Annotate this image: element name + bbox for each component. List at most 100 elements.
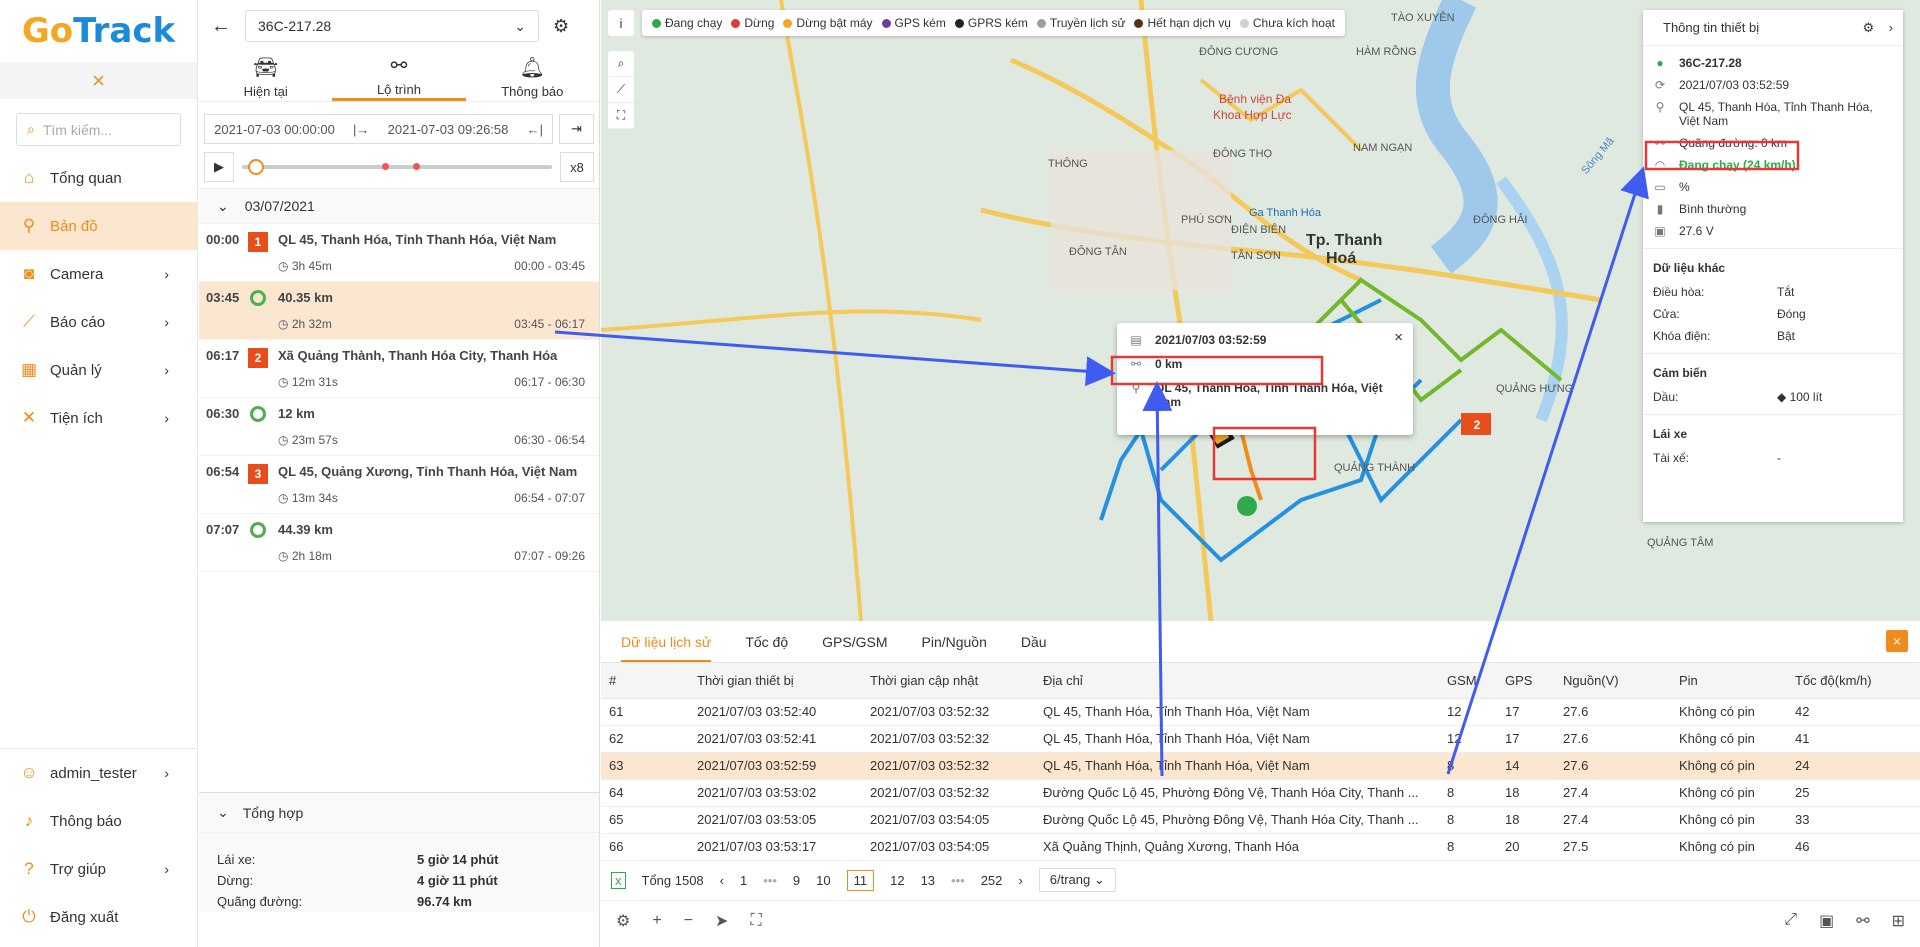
table-row[interactable]: 66 2021/07/03 03:53:17 2021/07/03 03:54:05… <box>601 833 1920 861</box>
legend-item[interactable]: Đang chạy <box>652 16 722 30</box>
tab-speed[interactable]: Tốc độ <box>745 634 788 650</box>
excel-export-icon[interactable]: x <box>611 871 626 889</box>
zoom-out-icon[interactable]: − <box>684 912 693 930</box>
trip-item[interactable]: 00:00 1 QL 45, Thanh Hóa, Tỉnh Thanh Hóa,… <box>199 224 599 282</box>
page-button[interactable]: 12 <box>890 873 904 888</box>
map-info-button[interactable]: i <box>608 10 634 36</box>
fullscreen-icon[interactable]: ⛶ <box>750 912 761 930</box>
summary-value: 5 giờ 14 phút <box>417 852 499 867</box>
nav-item-overview[interactable]: ⌂ Tổng quan <box>0 154 197 202</box>
tab-power[interactable]: Pin/Nguồn <box>922 634 987 650</box>
moving-marker-icon <box>250 290 266 306</box>
nav-item-help[interactable]: ? Trợ giúp › <box>0 845 197 893</box>
table-cell: QL 45, Thanh Hóa, Tỉnh Thanh Hóa, Việt N… <box>1035 698 1439 726</box>
tab-route[interactable]: ⚯ Lộ trình <box>332 52 466 101</box>
gear-icon[interactable]: ⚙ <box>1863 20 1875 35</box>
play-button[interactable]: ▶ <box>204 152 234 182</box>
nav-label: admin_tester <box>50 764 137 782</box>
speed-button[interactable]: x8 <box>560 152 594 182</box>
map-fullscreen-button[interactable]: ⛶ <box>608 103 634 129</box>
page-button[interactable]: 10 <box>816 873 830 888</box>
trip-body: 44.39 km ◷ 2h 18m 07:07 - 09:26 <box>278 522 585 571</box>
legend-item[interactable]: GPS kém <box>881 16 946 30</box>
zoom-in-icon[interactable]: + <box>652 912 661 930</box>
table-row[interactable]: 65 2021/07/03 03:53:05 2021/07/03 03:54:05… <box>601 806 1920 834</box>
map-ruler-button[interactable]: ⟋ <box>608 77 634 103</box>
trip-item[interactable]: 03:45 40.35 km ◷ 2h 32m 03:45 - 06:17 <box>199 282 599 340</box>
trip-item[interactable]: 06:17 2 Xã Quảng Thành, Thanh Hóa City, T… <box>199 340 599 398</box>
trip-item[interactable]: 06:30 12 km ◷ 23m 57s 06:30 - 06:54 <box>199 398 599 456</box>
tab-gps-gsm[interactable]: GPS/GSM <box>822 634 887 650</box>
map-view[interactable]: 2 TÀO XUYÊN ĐÔNG CƯƠNG HÀM RỒNG Bệnh việ… <box>601 0 1920 621</box>
page-button[interactable]: 1 <box>740 873 747 888</box>
nav-item-map[interactable]: ⚲ Bản đồ <box>0 202 197 250</box>
page-button[interactable]: 11 <box>846 869 875 891</box>
trip-body: 40.35 km ◷ 2h 32m 03:45 - 06:17 <box>278 290 585 339</box>
legend-item[interactable]: Truyền lịch sử <box>1036 16 1125 30</box>
slider-handle[interactable] <box>248 159 265 175</box>
export-button[interactable]: ⇥ <box>559 114 594 144</box>
close-icon[interactable]: × <box>1394 329 1403 346</box>
gear-icon[interactable]: ⚙ <box>553 16 569 37</box>
nav-item-user[interactable]: ☺ admin_tester › <box>0 749 197 797</box>
back-arrow-icon[interactable]: ← <box>211 15 231 38</box>
table-row[interactable]: 64 2021/07/03 03:53:02 2021/07/03 03:52:32… <box>601 779 1920 807</box>
navigate-icon[interactable]: ➤ <box>715 911 728 931</box>
vehicle-select[interactable]: 36C-217.28 ⌄ <box>245 10 539 42</box>
tab-notifications[interactable]: 🔔︎ Thông báo <box>466 52 599 101</box>
nav-item-camera[interactable]: ◙ Camera › <box>0 250 197 298</box>
route-icon[interactable]: ⚯ <box>1856 911 1869 931</box>
legend-dot-icon <box>954 18 964 28</box>
tab-fuel[interactable]: Dầu <box>1021 634 1047 650</box>
history-tabs: Dữ liệu lịch sử Tốc độ GPS/GSM Pin/Nguồn… <box>601 621 1920 663</box>
date-range-picker[interactable]: 2021-07-03 00:00:00 |→ 2021-07-03 09:26:58… <box>204 114 554 144</box>
page-button[interactable]: 9 <box>793 873 800 888</box>
screenshot-icon[interactable]: ▣ <box>1819 911 1834 931</box>
stop-marker-icon: 3 <box>248 464 268 484</box>
per-page-select[interactable]: 6/trang ⌄ <box>1038 868 1116 892</box>
table-body: 61 2021/07/03 03:52:40 2021/07/03 03:52:32… <box>601 698 1920 861</box>
map-search-button[interactable]: ⌕ <box>608 51 634 77</box>
table-row[interactable]: 63 2021/07/03 03:52:59 2021/07/03 03:52:32… <box>601 752 1920 780</box>
map-label: TÀO XUYÊN <box>1391 12 1455 24</box>
day-header[interactable]: ⌄ 03/07/2021 <box>199 188 599 224</box>
close-history-button[interactable]: × <box>1886 630 1908 652</box>
legend-item[interactable]: Dừng bật máy <box>783 16 873 30</box>
nav-item-manage[interactable]: ▦ Quản lý › <box>0 346 197 394</box>
next-page-icon[interactable]: › <box>1018 873 1022 888</box>
device-address: QL 45, Thanh Hóa, Tỉnh Thanh Hóa, Việt N… <box>1679 100 1873 128</box>
legend-item[interactable]: Chưa kích hoạt <box>1239 16 1335 30</box>
collapse-nav-button[interactable]: × <box>0 62 197 99</box>
table-row[interactable]: 62 2021/07/03 03:52:41 2021/07/03 03:52:32… <box>601 725 1920 753</box>
nav-label: Tiện ích <box>50 409 103 427</box>
playback-slider[interactable] <box>242 159 552 175</box>
summary-header[interactable]: ⌄ Tổng hợp <box>199 793 599 833</box>
tab-current[interactable]: 🚘︎ Hiện tại <box>199 52 332 101</box>
legend-item[interactable]: Dừng <box>731 16 774 30</box>
table-cell: Không có pin <box>1671 806 1787 834</box>
search-placeholder: Tìm kiếm... <box>42 121 113 138</box>
tab-history[interactable]: Dữ liệu lịch sử <box>621 634 712 662</box>
prev-page-icon[interactable]: ‹ <box>720 873 724 888</box>
nav-item-notifications[interactable]: ♪ Thông báo <box>0 797 197 845</box>
chevron-right-icon[interactable]: › <box>1889 20 1893 35</box>
gotrack-logo[interactable]: Go Track <box>0 0 197 62</box>
page-button[interactable]: 13 <box>921 873 935 888</box>
nav-item-reports[interactable]: ⟋ Báo cáo › <box>0 298 197 346</box>
trip-item[interactable]: 07:07 44.39 km ◷ 2h 18m 07:07 - 09:26 <box>199 514 599 572</box>
kv-value: Tắt <box>1777 285 1795 299</box>
legend-item[interactable]: GPRS kém <box>954 16 1028 30</box>
fit-bounds-icon[interactable]: ⤢ <box>1784 911 1797 931</box>
legend-item[interactable]: Hết hạn dịch vụ <box>1134 16 1231 30</box>
expand-icon[interactable]: ⊞ <box>1892 911 1905 931</box>
gear-icon[interactable]: ⚙ <box>616 911 630 931</box>
nav-item-logout[interactable]: ⏻ Đăng xuất <box>0 893 197 941</box>
car-icon: 🚘︎ <box>252 56 279 79</box>
summary-key: Dừng: <box>217 873 254 888</box>
search-input[interactable]: ⌕ Tìm kiếm... <box>16 113 181 146</box>
page-button[interactable]: 252 <box>981 873 1003 888</box>
table-row[interactable]: 61 2021/07/03 03:52:40 2021/07/03 03:52:32… <box>601 698 1920 726</box>
trip-time: 06:30 <box>206 406 240 421</box>
nav-item-utilities[interactable]: ✕ Tiện ích › <box>0 394 197 442</box>
trip-item[interactable]: 06:54 3 QL 45, Quảng Xương, Tỉnh Thanh Hó… <box>199 456 599 514</box>
